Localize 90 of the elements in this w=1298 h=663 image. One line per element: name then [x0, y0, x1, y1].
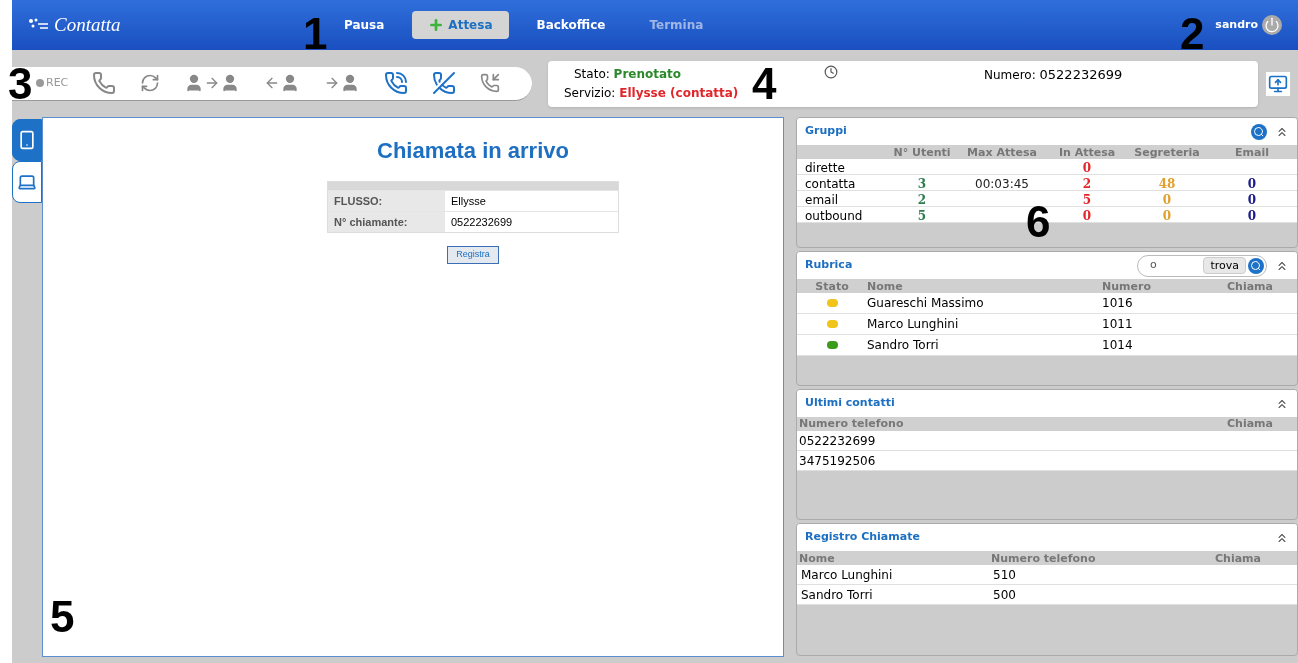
power-icon[interactable] — [1262, 15, 1282, 35]
dots-logo-icon — [28, 18, 50, 32]
panel-title: Ultimi contatti — [805, 395, 896, 412]
table-cell-text: 5 — [916, 208, 928, 225]
table-cell-text: 1014 — [1102, 337, 1134, 354]
panel-title: Rubrica — [805, 257, 854, 274]
field-value: 0522232699 — [450, 215, 513, 230]
table-cell-text: 0 — [1081, 208, 1093, 225]
table-cell-text: 2 — [1081, 176, 1093, 193]
search-field[interactable]: o trova — [1137, 254, 1267, 277]
table-cell-text: 3475192506 — [799, 452, 876, 470]
plus-icon — [428, 17, 445, 33]
search-icon[interactable] — [1248, 257, 1264, 274]
username: sandro — [1215, 16, 1258, 33]
table-cell-text: Sandro Torri — [867, 337, 940, 354]
table-cell-text: 3 — [916, 176, 928, 193]
table-cell-text: 5 — [1081, 192, 1093, 209]
page-title: Chiamata in arrivo — [377, 137, 569, 165]
table-cell-text: 510 — [993, 566, 1017, 584]
table-cell-text: 0 — [1081, 160, 1093, 177]
table-cell-text: 48 — [1157, 176, 1177, 193]
table-cell-text: 0 — [1161, 192, 1173, 209]
column-header: Segreteria — [1133, 145, 1201, 161]
column-header: Chiama — [1227, 415, 1273, 432]
side-tab[interactable] — [12, 119, 42, 161]
table-cell-text: 1016 — [1102, 295, 1134, 312]
column-header: Numero telefono — [991, 551, 1097, 567]
column-header: In Attesa — [1057, 145, 1117, 161]
hang-up-icon[interactable] — [432, 71, 457, 95]
callout-number: 5 — [50, 595, 75, 639]
panel-title: Registro Chiamate — [805, 529, 921, 546]
phone-call-icon[interactable] — [384, 71, 409, 95]
register-button[interactable]: Registra — [447, 246, 499, 264]
callout-number: 1 — [303, 12, 328, 56]
find-button[interactable]: trova — [1203, 257, 1246, 274]
field-value: Ellysse — [450, 194, 486, 209]
table-cell-text: email — [804, 192, 840, 209]
table-cell-text: 0 — [1161, 208, 1173, 225]
table-cell-text: 500 — [993, 586, 1017, 604]
rec-label[interactable]: REC — [36, 74, 69, 92]
clock-icon — [824, 64, 838, 79]
table-cell-text: contatta — [804, 176, 857, 193]
table-cell-text: outbound — [804, 208, 864, 225]
table-cell-text: Guareschi Massimo — [867, 295, 985, 312]
nav-tab[interactable]: Attesa — [412, 11, 509, 39]
table-cell-text: 0522232699 — [799, 432, 876, 450]
table-cell-text: dirette — [804, 160, 846, 177]
callout-number: 3 — [8, 62, 33, 106]
service-label: Servizio: — [564, 85, 616, 100]
refresh-icon[interactable] — [140, 73, 161, 93]
window-icon[interactable] — [1266, 71, 1290, 96]
laptop-icon — [17, 172, 37, 192]
table-cell-text: 0 — [1246, 176, 1258, 193]
column-header: Nome — [867, 279, 904, 295]
table-cell-text: 2 — [916, 192, 928, 209]
phone-icon — [17, 130, 37, 150]
logo: Contatta — [54, 12, 121, 37]
field-label: FLUSSO: — [328, 191, 445, 211]
number-value: 0522232699 — [1039, 66, 1123, 82]
status-value: Prenotato — [613, 66, 682, 81]
table-cell-text: 0 — [1246, 208, 1258, 225]
nav-tab[interactable]: Pausa — [328, 11, 401, 39]
column-header: Email — [1234, 145, 1270, 161]
column-header: Chiama — [1215, 551, 1262, 567]
column-header: Chiama — [1226, 279, 1274, 295]
number-label: Numero: — [984, 67, 1036, 82]
column-header: Max Attesa — [966, 145, 1038, 161]
status-label: Stato: — [574, 66, 610, 81]
search-icon[interactable] — [1251, 123, 1267, 140]
table-cell-text: 1011 — [1102, 316, 1134, 333]
nav-tab[interactable]: Backoffice — [520, 11, 622, 39]
table-cell-text: Marco Lunghini — [867, 316, 960, 333]
table-cell-text: 0 — [1246, 192, 1258, 209]
column-header: Numero — [1102, 279, 1152, 295]
table-cell-text: Marco Lunghini — [801, 566, 894, 584]
column-header: N° Utenti — [892, 145, 952, 161]
callout-number: 4 — [752, 62, 777, 106]
phone-incoming-icon[interactable] — [480, 73, 501, 93]
callout-number: 6 — [1026, 200, 1051, 244]
panel-title: Gruppi — [805, 123, 848, 140]
phone-icon[interactable] — [92, 71, 117, 95]
column-header: Stato — [814, 279, 850, 295]
callout-number: 2 — [1180, 12, 1205, 56]
column-header: Numero telefono — [799, 415, 904, 432]
table-cell-text: Sandro Torri — [801, 586, 874, 604]
column-header: Nome — [799, 551, 836, 567]
service-value: Ellysse (contatta) — [619, 85, 739, 100]
side-tab[interactable] — [12, 161, 42, 203]
field-label: N° chiamante: — [328, 212, 445, 232]
table-cell-text: 00:03:45 — [974, 176, 1030, 193]
